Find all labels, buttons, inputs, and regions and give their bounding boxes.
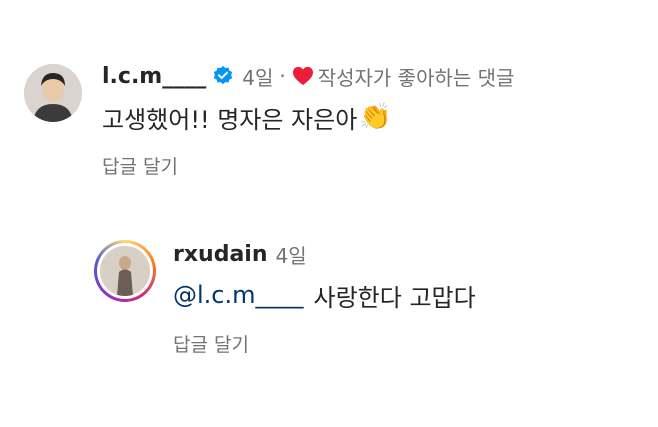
avatar-image — [24, 64, 82, 122]
avatar-image — [100, 246, 150, 296]
username[interactable]: rxudain — [173, 242, 268, 267]
reply-button[interactable]: 답글 달기 — [173, 330, 476, 357]
comment-text: 고생했어!! 명자은 자은아 👏 — [102, 100, 514, 134]
separator: · — [279, 64, 286, 88]
comment-text-body: 사랑한다 고맙다 — [313, 283, 476, 312]
comment-time: 4일 — [242, 65, 274, 90]
avatar — [100, 246, 150, 296]
heart-icon — [292, 66, 313, 86]
username[interactable]: l.c.m____ — [102, 64, 206, 89]
mention-link[interactable]: @l.c.m____ — [173, 281, 304, 309]
comment-time: 4일 — [275, 243, 307, 268]
avatar[interactable] — [24, 64, 82, 122]
liked-by-author-label: 작성자가 좋아하는 댓글 — [317, 65, 515, 90]
verified-badge-icon — [214, 65, 233, 85]
comment-text-body: 고생했어!! 명자은 자은아 — [102, 105, 358, 134]
comment-text: @l.c.m____ 사랑한다 고맙다 — [173, 278, 476, 312]
clapping-hands-icon: 👏 — [359, 102, 392, 132]
reply-button[interactable]: 답글 달기 — [102, 152, 514, 179]
avatar-story-ring[interactable] — [94, 240, 156, 302]
